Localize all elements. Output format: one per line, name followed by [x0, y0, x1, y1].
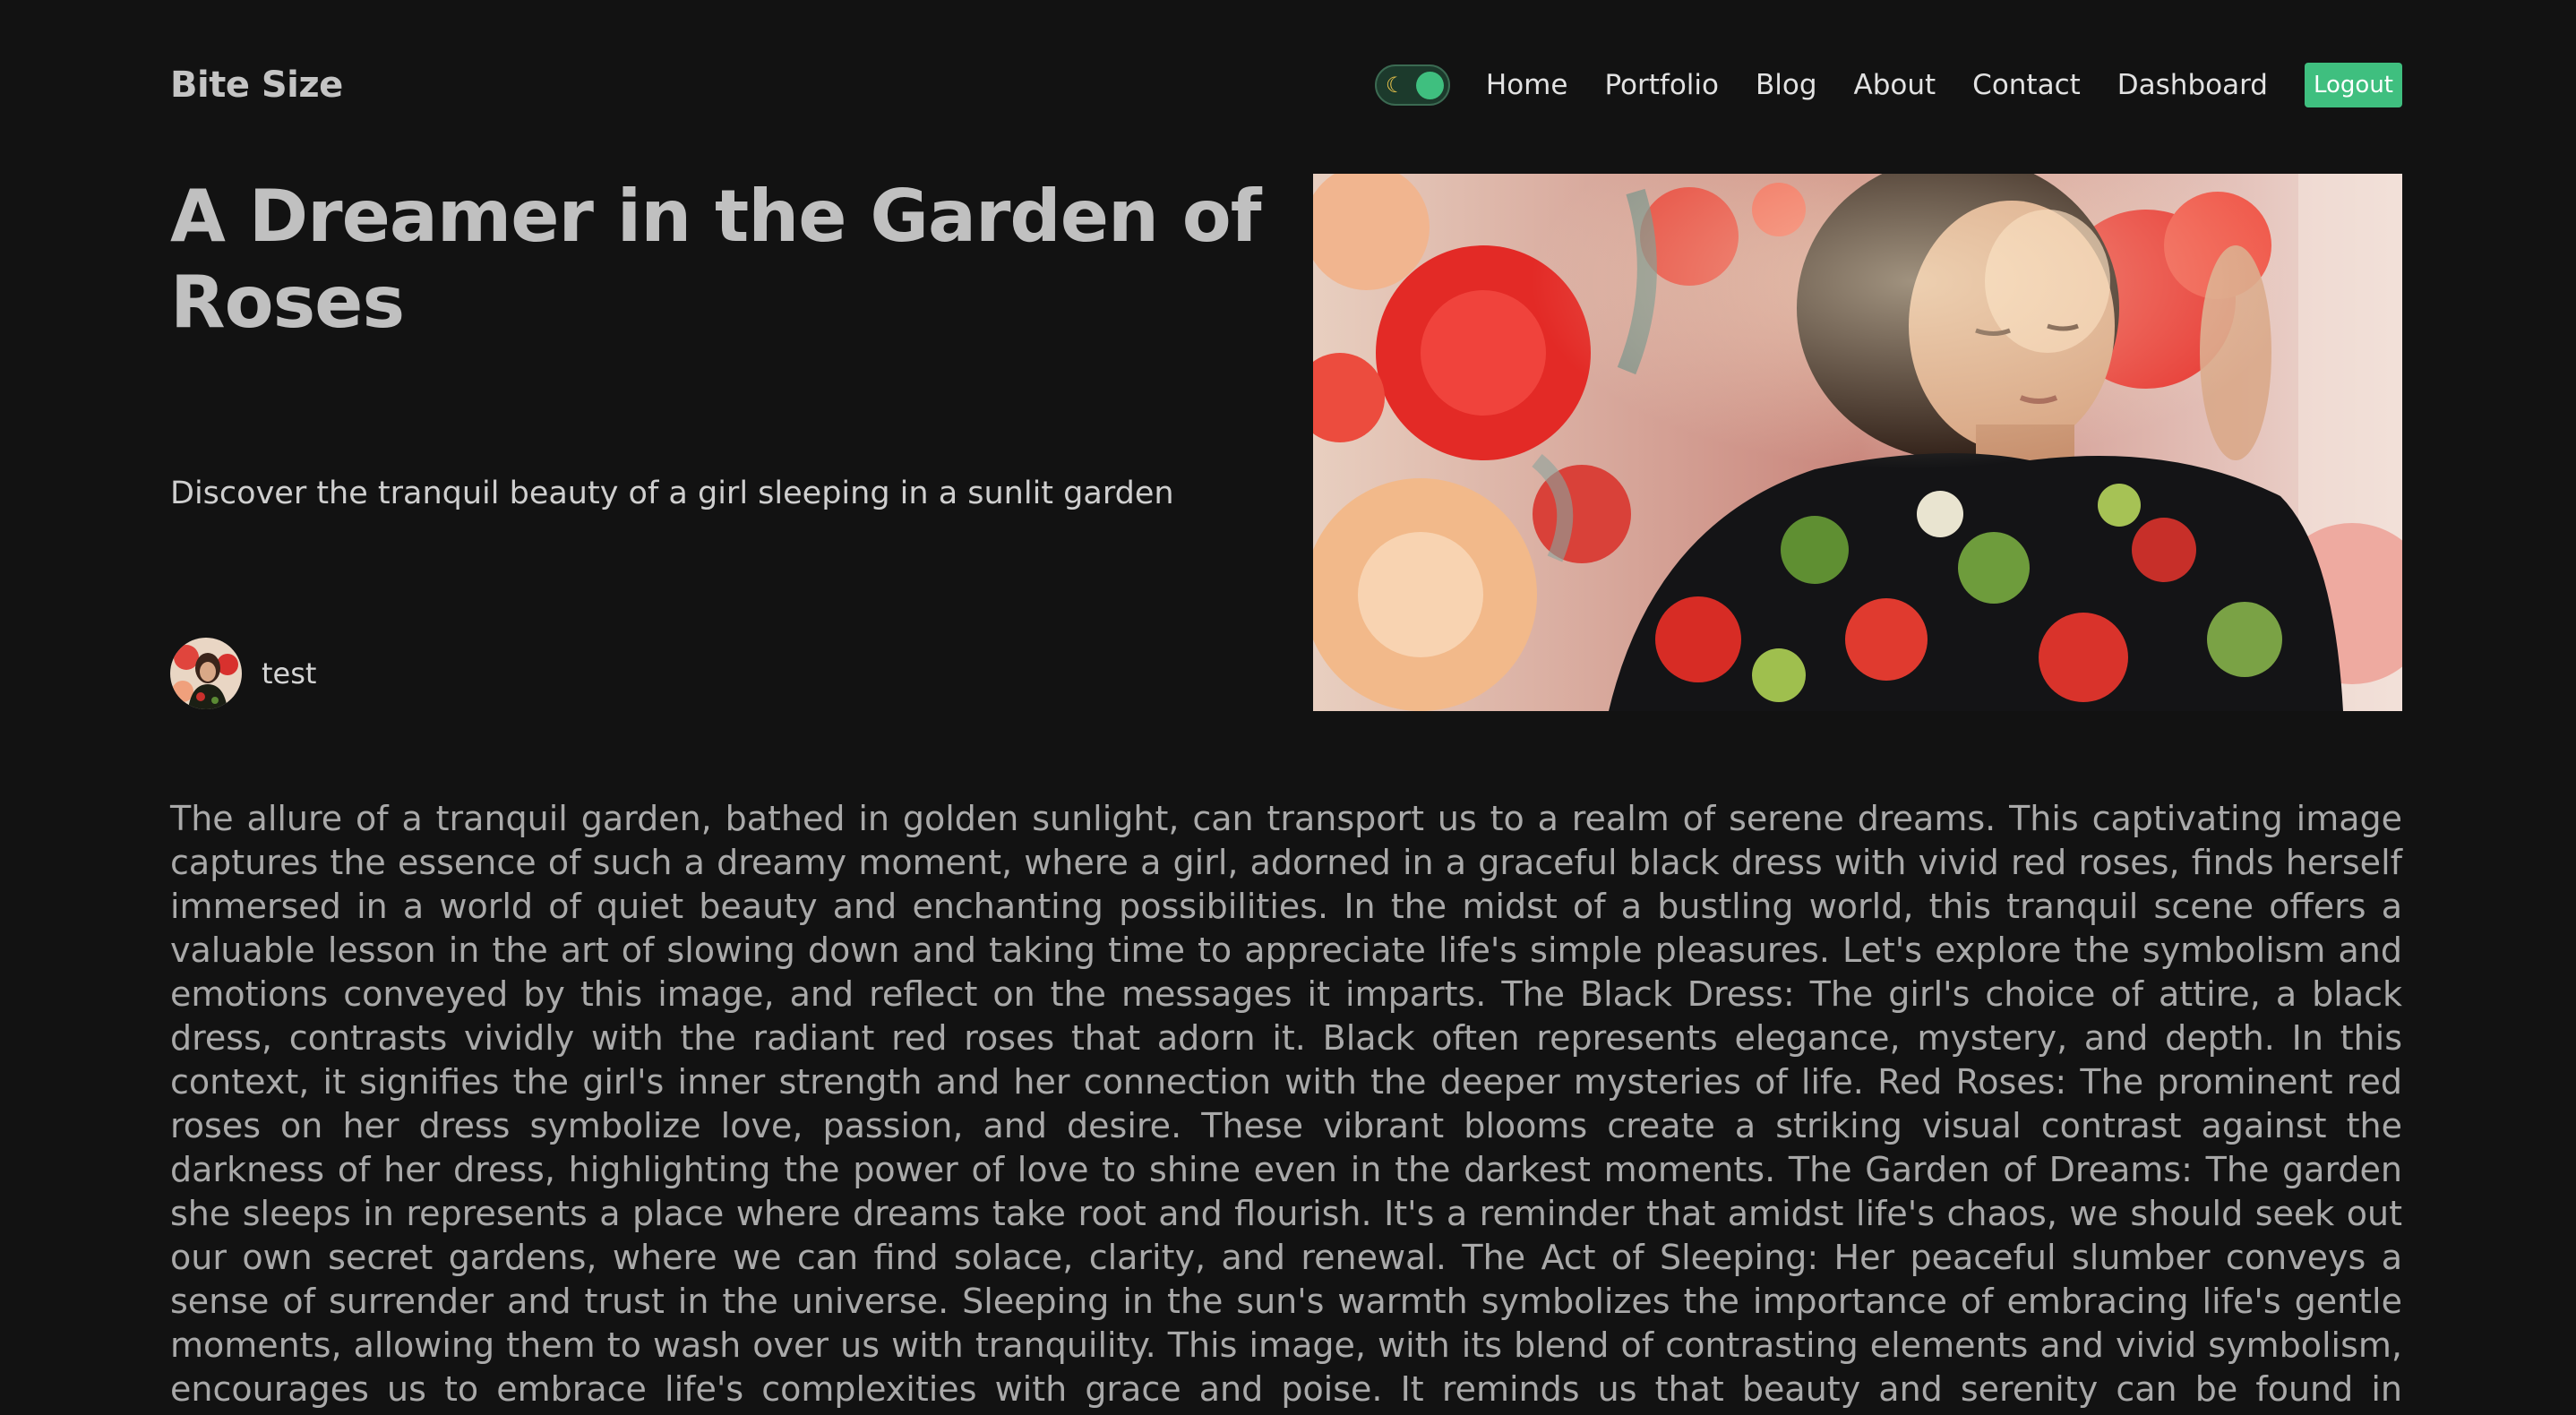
post-subtitle: Discover the tranquil beauty of a girl s… — [170, 476, 1174, 511]
post-title: A Dreamer in the Garden of Roses — [170, 175, 1262, 344]
post-hero-image — [1313, 174, 2402, 711]
author-info: test — [170, 638, 316, 709]
logout-button[interactable]: Logout — [2304, 63, 2402, 107]
nav-about[interactable]: About — [1854, 69, 1936, 101]
site-header: Bite Size ☾ Home Portfolio Blog About Co… — [170, 54, 2402, 116]
nav-dashboard[interactable]: Dashboard — [2117, 69, 2268, 101]
nav-home[interactable]: Home — [1486, 69, 1568, 101]
site-logo[interactable]: Bite Size — [170, 64, 343, 106]
nav-portfolio[interactable]: Portfolio — [1604, 69, 1719, 101]
toggle-knob — [1415, 72, 1444, 99]
avatar-image — [170, 638, 242, 709]
nav-contact[interactable]: Contact — [1972, 69, 2081, 101]
hero-illustration — [1313, 174, 2402, 711]
author-avatar[interactable] — [170, 638, 242, 709]
author-name[interactable]: test — [262, 656, 316, 690]
moon-icon: ☾ — [1385, 73, 1405, 98]
page: Bite Size ☾ Home Portfolio Blog About Co… — [0, 0, 2576, 1415]
main-nav: ☾ Home Portfolio Blog About Contact Dash… — [1374, 63, 2402, 107]
post-body: The allure of a tranquil garden, bathed … — [170, 799, 2402, 1415]
nav-blog[interactable]: Blog — [1756, 69, 1817, 101]
theme-toggle[interactable]: ☾ — [1374, 64, 1450, 106]
